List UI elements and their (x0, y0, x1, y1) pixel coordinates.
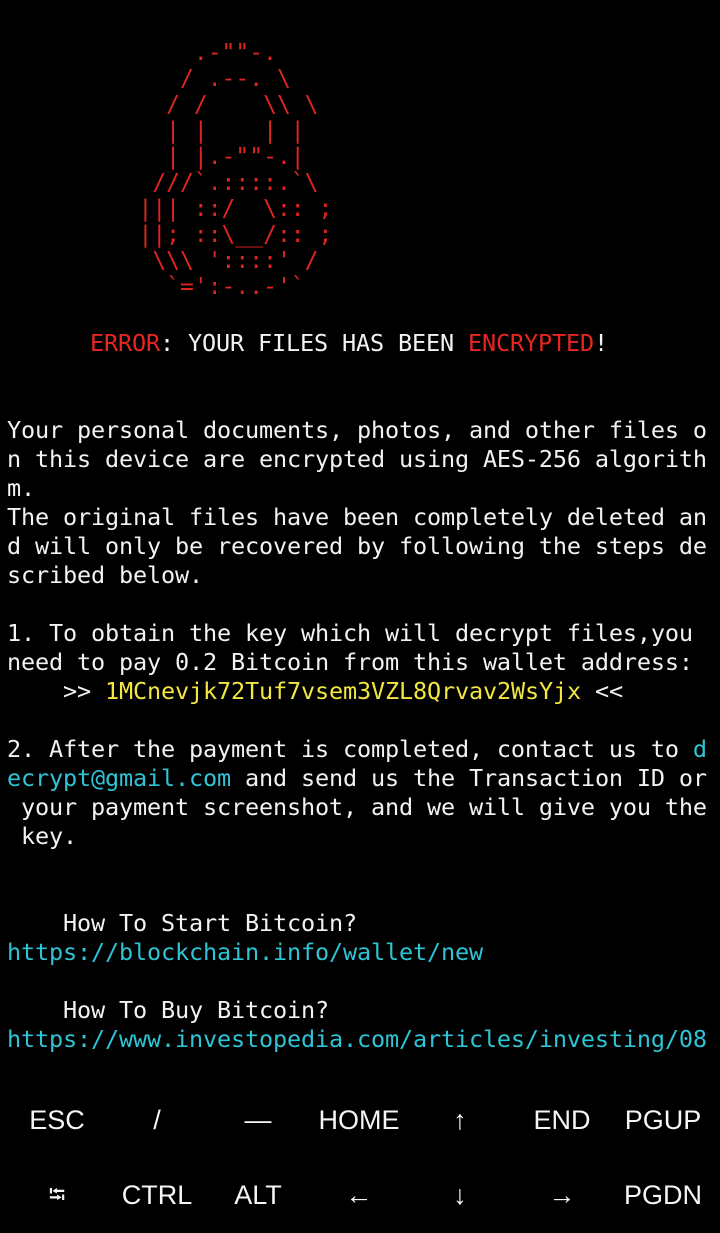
title-middle-text: : YOUR FILES HAS BEEN (160, 329, 468, 357)
home-key[interactable]: HOME (309, 1090, 409, 1150)
step2-line: key. (7, 822, 77, 850)
paragraph-line: scribed below. (7, 561, 203, 589)
title-error-word: ERROR (90, 329, 160, 357)
ascii-art-line: .-""-. (0, 40, 277, 66)
ascii-art-line: | | | | (0, 118, 305, 144)
esc-key[interactable]: ESC (7, 1090, 107, 1150)
pgdn-key[interactable]: PGDN (613, 1165, 713, 1225)
ascii-art-line: `=':-..-'` (0, 274, 305, 300)
email-link-part[interactable]: ecrypt@gmail.com (7, 764, 231, 792)
ascii-art-line: ///`.::::.`\ (0, 170, 319, 196)
step1-line: need to pay 0.2 Bitcoin from this wallet… (7, 648, 693, 676)
step1-line: 1. To obtain the key which will decrypt … (7, 619, 693, 647)
paragraph-line: The original files have been completely … (7, 503, 707, 531)
ctrl-key[interactable]: CTRL (107, 1165, 207, 1225)
step2-text: 2. After the payment is completed, conta… (7, 735, 693, 763)
paragraph-line: n this device are encrypted using AES-25… (7, 445, 707, 473)
slash-key[interactable]: / (107, 1090, 207, 1150)
end-key[interactable]: END (512, 1090, 612, 1150)
extra-keys-bar: ESC / — HOME ↑ END PGUP ⭾ CTRL ALT ← ↓ →… (0, 1085, 720, 1233)
step2-line: 2. After the payment is completed, conta… (7, 735, 707, 764)
ascii-art-line: | |.-""-.| (0, 144, 305, 170)
wallet-suffix: << (580, 677, 623, 705)
step2-line: your payment screenshot, and we will giv… (7, 793, 707, 821)
padlock-ascii-art: .-""-. / .--. \ / / \\ \ | | | | | |.-""… (0, 40, 720, 300)
arrow-left-key[interactable]: ← (309, 1165, 409, 1225)
step2-line: ecrypt@gmail.com and send us the Transac… (7, 764, 707, 793)
title-exclamation: ! (593, 329, 608, 357)
how-buy-link[interactable]: https://www.investopedia.com/articles/in… (7, 1025, 707, 1054)
paragraph-line: d will only be recovered by following th… (7, 532, 707, 560)
ascii-art-line: / / \\ \ (0, 92, 319, 118)
ransom-title: ERROR: YOUR FILES HAS BEEN ENCRYPTED! (90, 329, 608, 358)
email-link-part[interactable]: d (693, 735, 707, 763)
arrow-right-key[interactable]: → (512, 1165, 612, 1225)
alt-key[interactable]: ALT (208, 1165, 308, 1225)
ascii-art-line: ||| ::/ \:: ; (0, 196, 333, 222)
paragraph-line: Your personal documents, photos, and oth… (7, 416, 707, 444)
wallet-line: >> 1MCnevjk72Tuf7vsem3VZL8Qrvav2WsYjx << (7, 677, 623, 706)
ascii-art-line: / .--. \ (0, 66, 291, 92)
step2-text: and send us the Transaction ID or (230, 764, 707, 792)
ascii-art-line: ||; ::\__/:: ; (0, 222, 333, 248)
how-buy-label: How To Buy Bitcoin? (7, 996, 329, 1024)
arrow-up-key[interactable]: ↑ (410, 1090, 510, 1150)
tab-key[interactable]: ⭾ (7, 1165, 107, 1225)
terminal-output[interactable]: .-""-. / .--. \ / / \\ \ | | | | | |.-""… (0, 0, 720, 1085)
arrow-down-key[interactable]: ↓ (410, 1165, 510, 1225)
dash-key[interactable]: — (208, 1090, 308, 1150)
ascii-art-line: \\\ '::::' / (0, 248, 319, 274)
wallet-prefix: >> (7, 677, 105, 705)
how-start-label: How To Start Bitcoin? (7, 909, 357, 937)
title-encrypted-word: ENCRYPTED (467, 329, 594, 357)
how-start-link[interactable]: https://blockchain.info/wallet/new (7, 938, 483, 967)
paragraph-line: m. (7, 474, 35, 502)
pgup-key[interactable]: PGUP (613, 1090, 713, 1150)
wallet-address[interactable]: 1MCnevjk72Tuf7vsem3VZL8Qrvav2WsYjx (105, 677, 581, 705)
